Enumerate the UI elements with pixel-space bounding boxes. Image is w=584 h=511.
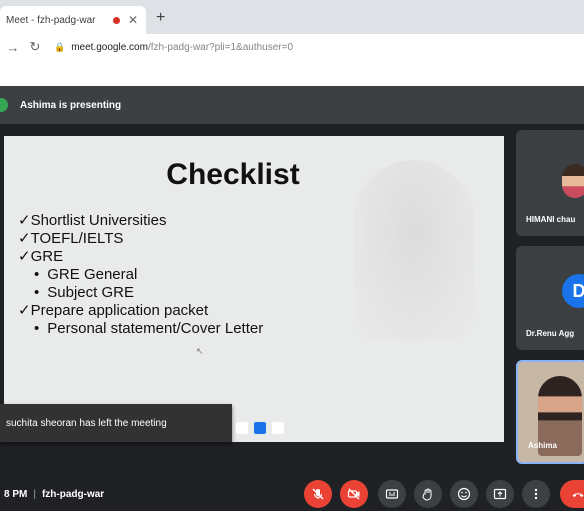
address-bar[interactable]: 🔒 meet.google.com /fzh-padg-war?pli=1&au… bbox=[54, 37, 584, 57]
separator: | bbox=[33, 489, 36, 500]
shared-screen-button bbox=[236, 422, 248, 434]
recording-indicator-icon bbox=[112, 16, 120, 24]
more-options-button[interactable] bbox=[522, 480, 550, 508]
avatar bbox=[562, 164, 584, 198]
hand-icon bbox=[422, 488, 432, 501]
shared-screen: Checklist ✓Shortlist Universities ✓TOEFL… bbox=[4, 136, 504, 442]
meeting-details: 8 PM | fzh-padg-war bbox=[4, 489, 104, 500]
meeting-code: fzh-padg-war bbox=[41, 489, 105, 500]
meeting-time: 8 PM bbox=[4, 489, 28, 500]
participant-tile[interactable]: D Dr.Renu Agg bbox=[516, 246, 584, 350]
browser-tab-meet[interactable]: Meet - fzh-padg-war ✕ bbox=[0, 6, 146, 34]
reactions-button[interactable] bbox=[450, 480, 478, 508]
camera-off-icon bbox=[347, 488, 360, 500]
new-tab-icon[interactable]: + bbox=[156, 9, 165, 27]
participant-tile-self[interactable]: Ashima bbox=[516, 360, 584, 464]
participant-name: Ashima bbox=[528, 441, 557, 450]
present-now-button[interactable] bbox=[486, 480, 514, 508]
captions-button[interactable] bbox=[378, 480, 406, 508]
list-item-text: Subject GRE bbox=[47, 284, 134, 301]
avatar: D bbox=[562, 274, 584, 308]
list-item: ✓TOEFL/IELTS bbox=[18, 230, 124, 247]
slide-button-row bbox=[236, 422, 284, 434]
address-host: meet.google.com bbox=[71, 41, 148, 53]
list-item-text: GRE General bbox=[47, 266, 138, 283]
page-top-whitespace bbox=[0, 60, 584, 86]
participant-name: HIMANI chau bbox=[526, 215, 576, 224]
list-item: Subject GRE bbox=[18, 284, 263, 302]
list-item-text: Personal statement/Cover Letter bbox=[47, 320, 264, 337]
meet-window: Ashima is presenting Checklist ✓Shortlis… bbox=[0, 86, 584, 511]
participant-tile[interactable]: HIMANI chau bbox=[516, 130, 584, 236]
close-icon[interactable]: ✕ bbox=[128, 13, 138, 27]
browser-tab-strip: Meet - fzh-padg-war ✕ + bbox=[0, 0, 584, 34]
address-path: /fzh-padg-war?pli=1&authuser=0 bbox=[147, 41, 294, 53]
presenting-bar: Ashima is presenting bbox=[0, 86, 584, 124]
participant-name: Dr.Renu Agg bbox=[526, 329, 575, 338]
leave-call-button[interactable] bbox=[560, 480, 584, 508]
list-item: ✓Prepare application packet bbox=[18, 302, 209, 319]
slide-title: Checklist bbox=[166, 158, 300, 191]
forward-arrow-icon[interactable]: → bbox=[4, 40, 22, 55]
meeting-controls-bar: 8 PM | fzh-padg-war bbox=[0, 478, 584, 511]
emoji-icon bbox=[457, 487, 471, 501]
tab-title: Meet - fzh-padg-war bbox=[6, 14, 96, 26]
browser-toolbar: → ↻ 🔒 meet.google.com /fzh-padg-war?pli=… bbox=[0, 34, 584, 60]
toast-text: suchita sheoran has left the meeting bbox=[6, 417, 167, 429]
left-meeting-toast: suchita sheoran has left the meeting bbox=[0, 404, 232, 442]
shared-screen-button bbox=[254, 422, 266, 434]
raise-hand-button[interactable] bbox=[414, 480, 442, 508]
list-item: ✓GRE bbox=[18, 248, 64, 265]
presenter-avatar bbox=[0, 98, 8, 112]
present-icon bbox=[493, 488, 507, 500]
mic-toggle-button[interactable] bbox=[304, 480, 332, 508]
lock-icon: 🔒 bbox=[54, 41, 66, 52]
hang-up-icon bbox=[572, 493, 584, 497]
mic-off-icon bbox=[312, 488, 324, 500]
slide-checklist: ✓Shortlist Universities ✓TOEFL/IELTS ✓GR… bbox=[18, 212, 263, 338]
presenting-label: Ashima is presenting bbox=[20, 99, 122, 111]
list-item: ✓Shortlist Universities bbox=[18, 212, 167, 229]
more-vert-icon bbox=[534, 488, 538, 500]
camera-toggle-button[interactable] bbox=[340, 480, 368, 508]
reload-icon[interactable]: ↻ bbox=[26, 39, 44, 55]
mouse-cursor-icon: ↖ bbox=[196, 346, 204, 356]
captions-icon bbox=[385, 489, 399, 499]
list-item: Personal statement/Cover Letter bbox=[18, 320, 263, 338]
shared-screen-button bbox=[272, 422, 284, 434]
list-item: GRE General bbox=[18, 266, 263, 284]
